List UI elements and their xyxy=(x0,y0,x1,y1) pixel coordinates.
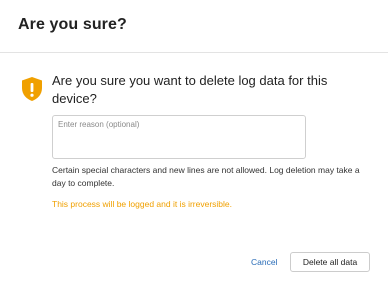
cancel-button[interactable]: Cancel xyxy=(251,257,277,267)
shield-warning-icon xyxy=(20,76,44,102)
dialog-header: Are you sure? xyxy=(0,0,388,53)
reason-input[interactable] xyxy=(52,115,306,159)
input-hint-text: Certain special characters and new lines… xyxy=(52,165,360,188)
confirmation-question: Are you sure you want to delete log data… xyxy=(52,73,328,106)
irreversible-warning: This process will be logged and it is ir… xyxy=(52,199,232,209)
delete-log-dialog: Are you sure? Are you sure you want to d… xyxy=(0,0,388,288)
delete-all-data-button[interactable]: Delete all data xyxy=(290,252,370,272)
dialog-title: Are you sure? xyxy=(18,16,127,33)
